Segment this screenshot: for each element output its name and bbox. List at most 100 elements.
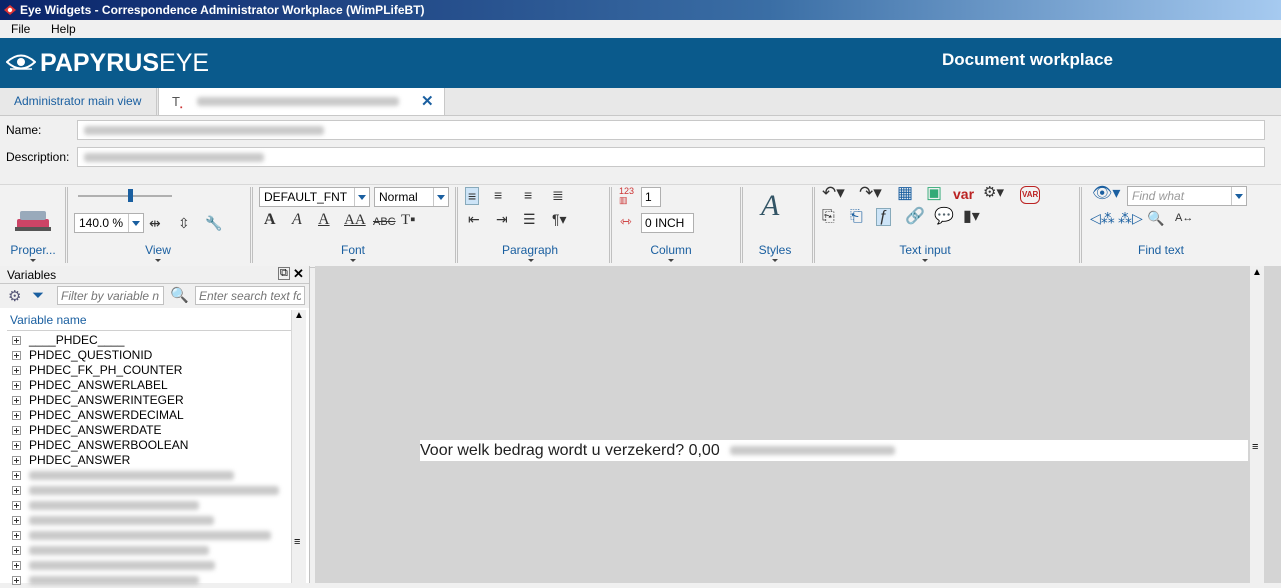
expand-icon[interactable]: [12, 531, 21, 541]
variable-icon[interactable]: var: [953, 186, 974, 202]
zoom-select[interactable]: 140.0 %: [74, 213, 144, 233]
menu-help[interactable]: Help: [51, 22, 76, 36]
group-find-text-label[interactable]: Find text: [1130, 243, 1192, 257]
line-spacing-icon[interactable]: ☰: [523, 211, 536, 227]
copy-format-icon[interactable]: ⎘: [822, 209, 835, 225]
expand-icon[interactable]: [12, 336, 21, 346]
strikethrough-icon[interactable]: ABC: [373, 214, 396, 230]
text-color-icon[interactable]: T▪: [401, 212, 415, 228]
name-field[interactable]: [77, 120, 1265, 140]
binoculars-icon[interactable]: 👁▾: [1092, 186, 1120, 202]
find-what-field[interactable]: Find what: [1127, 186, 1247, 206]
settings-icon[interactable]: ⚙: [8, 287, 21, 305]
find-next-icon[interactable]: ⁂▷: [1118, 210, 1143, 226]
font-style-select[interactable]: Normal: [374, 187, 449, 207]
editor-scrollbar[interactable]: ▲ ≡: [1250, 266, 1264, 583]
redo-icon[interactable]: ↷▾: [859, 184, 882, 201]
variable-row[interactable]: PHDEC_ANSWERBOOLEAN: [12, 438, 188, 453]
fit-width-icon[interactable]: ⇹: [149, 215, 161, 231]
expand-icon[interactable]: [12, 561, 21, 571]
expand-icon[interactable]: [12, 546, 21, 556]
variable-row[interactable]: PHDEC_ANSWERLABEL: [12, 378, 168, 393]
close-panel-icon[interactable]: ✕: [293, 266, 304, 282]
tab-document[interactable]: T▪ ✕: [158, 88, 445, 115]
group-styles-label[interactable]: Styles: [750, 243, 800, 257]
italic-icon[interactable]: A: [292, 212, 302, 228]
variable-row-redacted[interactable]: [12, 573, 199, 588]
variable-row-redacted[interactable]: [12, 498, 199, 513]
variable-row[interactable]: PHDEC_ANSWER: [12, 453, 130, 468]
link-icon[interactable]: 🔗: [905, 209, 925, 225]
description-field[interactable]: [77, 147, 1265, 167]
scroll-up-icon[interactable]: ▲: [294, 310, 304, 321]
variable-row-redacted[interactable]: [12, 543, 209, 558]
column-spacing-field[interactable]: 0 INCH: [641, 213, 694, 233]
expand-icon[interactable]: [12, 411, 21, 421]
scroll-grip-icon[interactable]: ≡: [1252, 442, 1258, 453]
variable-row-redacted[interactable]: [12, 483, 279, 498]
image-icon[interactable]: ▣: [926, 184, 942, 201]
undo-icon[interactable]: ↶▾: [822, 184, 845, 201]
variable-row[interactable]: PHDEC_ANSWERINTEGER: [12, 393, 184, 408]
expand-icon[interactable]: [12, 486, 21, 496]
replace-icon[interactable]: A↔: [1175, 210, 1193, 226]
variable-row[interactable]: PHDEC_QUESTIONID: [12, 348, 152, 363]
styles-icon[interactable]: A: [761, 191, 779, 221]
group-font-label[interactable]: Font: [325, 243, 381, 257]
expand-icon[interactable]: [12, 441, 21, 451]
document-text-line[interactable]: Voor welk bedrag wordt u verzekerd? 0,00: [420, 440, 1248, 461]
increase-indent-icon[interactable]: ⇥: [496, 211, 508, 227]
restore-panel-icon[interactable]: ⧉: [278, 267, 290, 280]
group-properties-label[interactable]: Proper...: [6, 243, 60, 257]
double-underline-icon[interactable]: AA: [344, 212, 366, 228]
expand-icon[interactable]: [12, 381, 21, 391]
variable-row[interactable]: PHDEC_ANSWERDECIMAL: [12, 408, 184, 423]
variables-scrollbar[interactable]: ▲ ≡: [291, 310, 306, 583]
expand-icon[interactable]: [12, 516, 21, 526]
tab-administrator-main-view[interactable]: Administrator main view: [0, 88, 157, 115]
justify-icon[interactable]: ≣: [552, 187, 564, 203]
close-icon[interactable]: ✕: [421, 88, 434, 115]
group-view-label[interactable]: View: [130, 243, 186, 257]
scroll-grip-icon[interactable]: ≡: [294, 537, 300, 548]
search-text-input[interactable]: [195, 286, 305, 305]
variable-row[interactable]: PHDEC_ANSWERDATE: [12, 423, 161, 438]
find-all-icon[interactable]: 🔍: [1147, 210, 1164, 226]
align-right-icon[interactable]: ≡: [524, 187, 532, 203]
menu-file[interactable]: File: [11, 22, 30, 36]
pilcrow-icon[interactable]: ¶▾: [552, 211, 567, 227]
comment-icon[interactable]: 💬: [934, 209, 954, 225]
properties-icon[interactable]: [13, 205, 53, 233]
expand-icon[interactable]: [12, 396, 21, 406]
bookmark-icon[interactable]: ▮▾: [963, 209, 980, 225]
scroll-up-icon[interactable]: ▲: [1252, 267, 1262, 278]
zoom-percent-icon[interactable]: 🔧: [205, 215, 222, 231]
bold-icon[interactable]: A: [264, 212, 276, 228]
insert-object-icon[interactable]: ⚙▾: [983, 185, 1004, 201]
decrease-indent-icon[interactable]: ⇤: [468, 211, 480, 227]
expand-icon[interactable]: [12, 456, 21, 466]
expand-icon[interactable]: [12, 471, 21, 481]
column-header-variable-name[interactable]: Variable name: [7, 310, 291, 331]
expand-icon[interactable]: [12, 576, 21, 586]
expand-icon[interactable]: [12, 426, 21, 436]
expand-icon[interactable]: [12, 366, 21, 376]
underline-icon[interactable]: A: [318, 212, 330, 228]
paste-format-icon[interactable]: ⎗: [850, 209, 863, 225]
find-previous-icon[interactable]: ◁⁂: [1090, 210, 1115, 226]
search-icon[interactable]: 🔍: [170, 286, 189, 304]
filter-variable-input[interactable]: [57, 286, 164, 305]
variable-badge-icon[interactable]: VAR: [1020, 186, 1041, 204]
group-text-input-label[interactable]: Text input: [890, 243, 960, 257]
column-count-field[interactable]: 1: [641, 187, 661, 207]
expand-icon[interactable]: [12, 501, 21, 511]
align-left-icon[interactable]: ≡: [465, 187, 480, 205]
group-paragraph-label[interactable]: Paragraph: [495, 243, 565, 257]
expand-icon[interactable]: [12, 351, 21, 361]
variable-row-redacted[interactable]: [12, 528, 271, 543]
variable-row[interactable]: PHDEC_FK_PH_COUNTER: [12, 363, 182, 378]
variable-row-redacted[interactable]: [12, 558, 215, 573]
table-icon[interactable]: ▦: [897, 184, 913, 201]
zoom-slider-thumb[interactable]: [128, 189, 133, 202]
formula-icon[interactable]: ƒ: [876, 208, 891, 226]
